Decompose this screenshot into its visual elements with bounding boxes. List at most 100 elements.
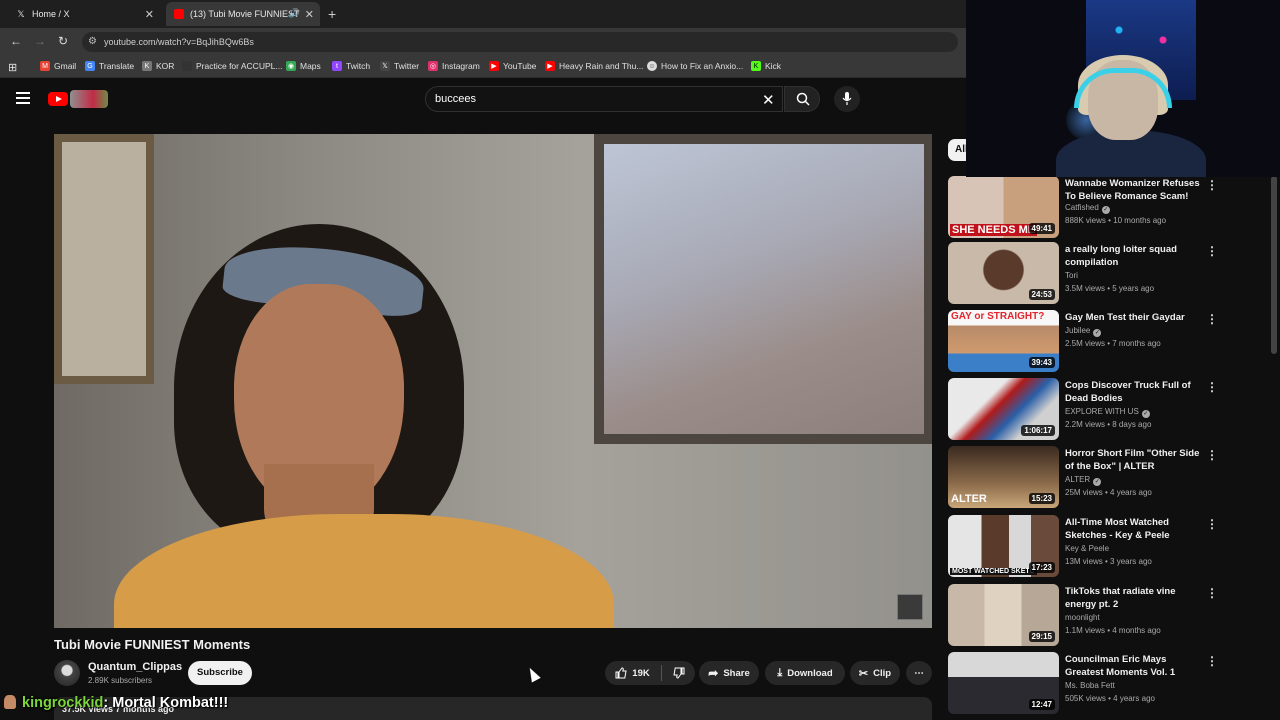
recommendation-channel[interactable]: Ms. Boba Fett — [1065, 681, 1115, 690]
search-button[interactable] — [784, 86, 820, 112]
tab-youtube-video[interactable]: (13) Tubi Movie FUNNIEST 🔊 ✕ — [166, 2, 320, 26]
channel-name[interactable]: Quantum_Clippas — [88, 661, 182, 673]
practice-icon — [182, 61, 192, 71]
recommendation-item[interactable]: GAY or STRAIGHT? 39:43 Gay Men Test thei… — [948, 310, 1248, 372]
reload-icon[interactable]: ↻ — [58, 34, 68, 48]
bookmark-kick[interactable]: K Kick — [751, 61, 781, 71]
more-vertical-icon[interactable]: ⋮ — [1206, 586, 1218, 600]
bookmark-gmail[interactable]: M Gmail — [40, 61, 76, 71]
bookmark-maps[interactable]: ◉ Maps — [286, 61, 321, 71]
recommendation-thumbnail[interactable]: GAY or STRAIGHT? 39:43 — [948, 310, 1059, 372]
recommendation-title[interactable]: Cops Discover Truck Full of Dead Bodies — [1065, 379, 1205, 405]
recommendation-channel[interactable]: Key & Peele — [1065, 544, 1109, 553]
close-tab-icon[interactable]: ✕ — [145, 8, 154, 21]
clip-button[interactable]: ✂ Clip — [850, 661, 900, 685]
recommendation-thumbnail[interactable]: 29:15 — [948, 584, 1059, 646]
url-field[interactable]: ⚙ youtube.com/watch?v=BqJihBQw6Bs — [82, 32, 958, 52]
chat-username: kingrockkid — [22, 695, 104, 711]
recommendation-thumbnail[interactable]: 1:06:17 — [948, 378, 1059, 440]
search-input[interactable]: buccees — [425, 86, 783, 112]
more-vertical-icon[interactable]: ⋮ — [1206, 517, 1218, 531]
recommendation-thumbnail[interactable]: 24:53 — [948, 242, 1059, 304]
channel-watermark[interactable] — [897, 594, 923, 620]
recommendation-channel[interactable]: Tori — [1065, 271, 1078, 280]
bookmark-twitter[interactable]: 𝕏 Twitter — [380, 61, 419, 71]
voice-search-button[interactable] — [834, 86, 860, 112]
recommendation-title[interactable]: TikToks that radiate vine energy pt. 2 — [1065, 585, 1205, 611]
recommendation-channel[interactable]: EXPLORE WITH US ✓ — [1065, 407, 1150, 418]
more-actions-button[interactable]: ⋯ — [906, 661, 932, 685]
bookmark-instagram[interactable]: ◎ Instagram — [428, 61, 480, 71]
verified-check-icon: ✓ — [1141, 410, 1150, 418]
more-vertical-icon[interactable]: ⋮ — [1206, 312, 1218, 326]
youtube-logo[interactable] — [48, 92, 68, 106]
recommendation-title[interactable]: Wannabe Womanizer Refuses To Believe Rom… — [1065, 177, 1205, 203]
sidebar-scrollbar[interactable] — [1271, 176, 1277, 354]
recommendation-thumbnail[interactable]: 12:47 — [948, 652, 1059, 714]
channel-label: Key & Peele — [1065, 544, 1110, 553]
bookmark-label: Instagram — [442, 61, 480, 71]
channel-label: ALTER — [1065, 475, 1091, 484]
recommendation-item[interactable]: 29:15 TikToks that radiate vine energy p… — [948, 584, 1248, 646]
bookmark-heavy-rain[interactable]: ▶ Heavy Rain and Thu... — [545, 61, 643, 71]
channel-avatar[interactable] — [54, 660, 80, 686]
recommendation-channel[interactable]: moonlight — [1065, 613, 1100, 622]
thumbnail-caption: ALTER — [951, 493, 987, 505]
more-vertical-icon[interactable]: ⋮ — [1206, 178, 1218, 192]
recommendation-title[interactable]: All-Time Most Watched Sketches - Key & P… — [1065, 516, 1205, 542]
recommendation-item[interactable]: SHE NEEDS ME 49:41 Wannabe Womanizer Ref… — [948, 176, 1248, 238]
download-button[interactable]: ⤓ Download — [765, 661, 845, 685]
more-vertical-icon[interactable]: ⋮ — [1206, 448, 1218, 462]
recommendation-title[interactable]: Horror Short Film "Other Side of the Box… — [1065, 447, 1205, 473]
verified-check-icon: ✓ — [1093, 478, 1102, 486]
back-arrow-icon[interactable]: ← — [10, 34, 22, 48]
tab-label: Home / X — [32, 9, 70, 19]
recommendation-title[interactable]: a really long loiter squad compilation — [1065, 243, 1205, 269]
more-vertical-icon[interactable]: ⋮ — [1206, 244, 1218, 258]
recommendation-thumbnail[interactable]: ALTER 15:23 — [948, 446, 1059, 508]
recommendation-thumbnail[interactable]: SHE NEEDS ME 49:41 — [948, 176, 1059, 238]
bookmark-practice[interactable]: Practice for ACCUPL... — [182, 61, 282, 71]
youtube-doodle-logo[interactable] — [70, 90, 108, 108]
bookmark-twitch[interactable]: t Twitch — [332, 61, 370, 71]
thumbs-down-icon[interactable] — [673, 667, 685, 679]
recommendation-item[interactable]: 12:47 Councilman Eric Mays Greatest Mome… — [948, 652, 1248, 714]
subscribe-button[interactable]: Subscribe — [188, 661, 252, 685]
more-vertical-icon[interactable]: ⋮ — [1206, 380, 1218, 394]
microphone-icon — [842, 92, 852, 105]
video-player[interactable] — [54, 134, 932, 628]
chat-badge-icon — [4, 695, 16, 709]
bookmark-label: KOR — [156, 61, 175, 71]
recommendation-channel[interactable]: ALTER ✓ — [1065, 475, 1102, 486]
new-tab-icon[interactable]: + — [328, 6, 336, 22]
bookmark-label: Translate — [99, 61, 135, 71]
bookmark-translate[interactable]: G Translate — [85, 61, 134, 71]
recommendation-item[interactable]: MOST WATCHED SKETC 17:23 All-Time Most W… — [948, 515, 1248, 577]
search-query: buccees — [435, 93, 476, 105]
close-tab-icon[interactable]: ✕ — [305, 8, 314, 21]
recommendation-title[interactable]: Councilman Eric Mays Greatest Moments Vo… — [1065, 653, 1205, 679]
recommendation-title[interactable]: Gay Men Test their Gaydar — [1065, 311, 1205, 324]
tab-home-x[interactable]: 𝕏 Home / X ✕ — [8, 2, 160, 26]
x-logo-icon: 𝕏 — [380, 61, 390, 71]
mouse-cursor-icon — [525, 665, 541, 683]
site-info-icon[interactable]: ⚙ — [88, 36, 97, 47]
clear-search-icon[interactable]: ✕ — [762, 91, 775, 109]
menu-icon[interactable] — [16, 92, 30, 104]
recommendation-channel[interactable]: Catfished ✓ — [1065, 203, 1110, 214]
speaker-icon[interactable]: 🔊 — [289, 8, 300, 19]
bookmark-kor[interactable]: K KOR — [142, 61, 174, 71]
more-vertical-icon[interactable]: ⋮ — [1206, 654, 1218, 668]
recommendation-channel[interactable]: Jubilee ✓ — [1065, 326, 1102, 337]
stream-chat-overlay: kingrockkid: Mortal Kombat!!! — [4, 695, 228, 711]
recommendation-thumbnail[interactable]: MOST WATCHED SKETC 17:23 — [948, 515, 1059, 577]
like-button[interactable]: 19K — [615, 667, 650, 679]
apps-grid-icon[interactable]: ⊞ — [8, 61, 17, 74]
bookmark-anxiety[interactable]: ☺ How to Fix an Anxio... — [647, 61, 743, 71]
recommendation-item[interactable]: 24:53 a really long loiter squad compila… — [948, 242, 1248, 304]
recommendation-item[interactable]: ALTER 15:23 Horror Short Film "Other Sid… — [948, 446, 1248, 508]
forward-arrow-icon[interactable]: → — [34, 34, 46, 48]
recommendation-item[interactable]: 1:06:17 Cops Discover Truck Full of Dead… — [948, 378, 1248, 440]
bookmark-youtube[interactable]: ▶ YouTube — [489, 61, 536, 71]
share-button[interactable]: ➦ Share — [699, 661, 759, 685]
